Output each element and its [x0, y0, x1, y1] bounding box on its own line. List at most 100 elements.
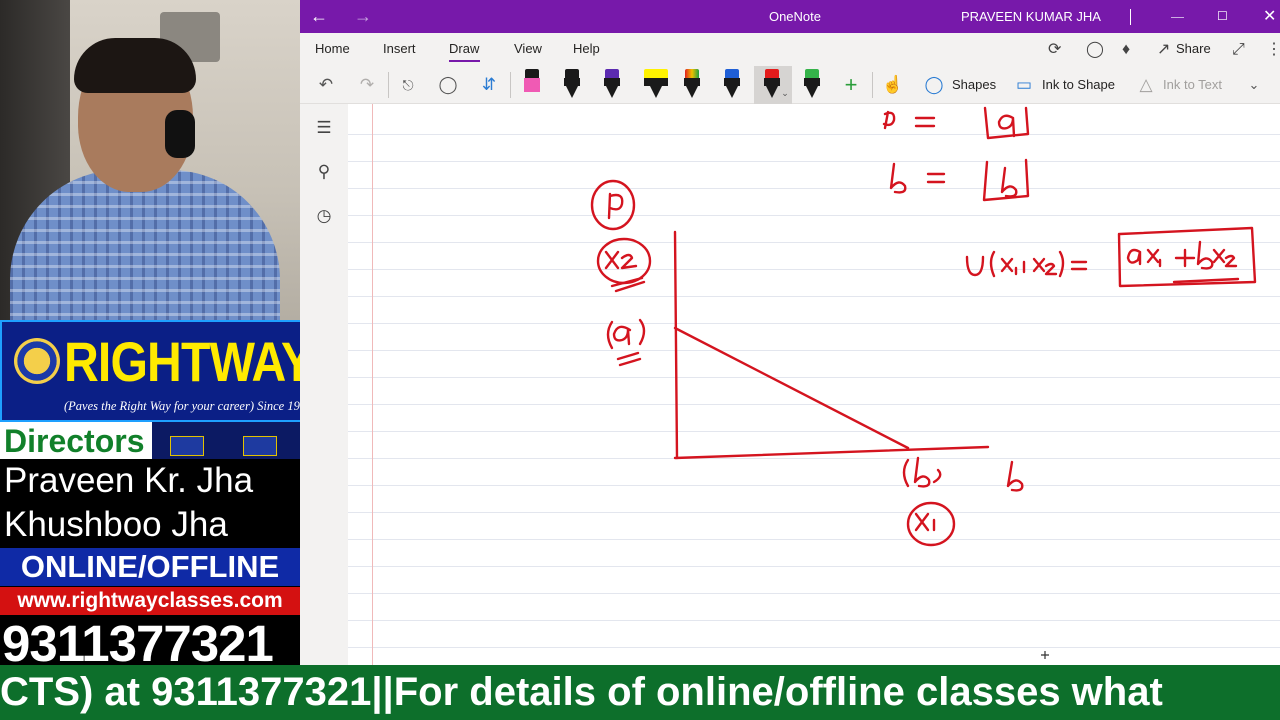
brand-tagline: (Paves the Right Way for your career) Si…	[64, 399, 300, 413]
phone-number-label: 9311377321	[0, 616, 300, 665]
bell-icon[interactable]: ♦	[1122, 33, 1130, 66]
navigation-rail: ☰ ⚲ ◷	[300, 104, 348, 665]
ink-stroke	[604, 250, 638, 270]
search-icon[interactable]: ⚲	[312, 160, 336, 184]
pen-black[interactable]	[562, 69, 582, 99]
ink-stroke	[889, 162, 907, 194]
mini-logo-thumb	[243, 436, 277, 456]
webcam-feed	[0, 0, 300, 320]
pen-green[interactable]	[802, 69, 822, 99]
account-name[interactable]: PRAVEEN KUMAR JHA	[961, 0, 1101, 33]
presenter-headset	[165, 110, 195, 158]
redo-icon[interactable]: ↷	[355, 66, 379, 104]
maximize-icon[interactable]: ☐	[1217, 0, 1233, 33]
ink-stroke	[1006, 460, 1024, 492]
minimize-icon[interactable]: —	[1171, 0, 1187, 33]
shapes-icon[interactable]: ◯	[922, 66, 946, 104]
forward-arrow-icon[interactable]: →	[354, 0, 378, 33]
ink-to-shape-button[interactable]: Ink to Shape	[1042, 66, 1115, 104]
share-button[interactable]: Share	[1176, 33, 1211, 66]
pen-blue[interactable]	[722, 69, 742, 99]
tab-help[interactable]: Help	[573, 33, 600, 66]
toolbar-divider	[388, 72, 389, 98]
draw-toolbar: ↶ ↷ ⎋ ◯ ⇵ ⌄ + ☝ ◯ Shapes ▭ Ink to Shape …	[300, 66, 1280, 104]
eraser-tool[interactable]	[522, 69, 542, 99]
add-pen-icon[interactable]: +	[839, 66, 863, 104]
ink-stroke	[610, 276, 646, 293]
ink-to-text-icon[interactable]: △	[1134, 66, 1158, 104]
website-label: www.rightwayclasses.com	[0, 587, 300, 615]
ink-stroke	[913, 456, 931, 488]
touch-draw-icon[interactable]: ☝	[881, 66, 905, 104]
title-separator	[1130, 9, 1131, 25]
presenter-hair	[74, 38, 196, 93]
director-name: Praveen Kr. Jha	[0, 459, 300, 503]
close-icon[interactable]: ✕	[1263, 0, 1279, 33]
ink-stroke	[616, 351, 642, 367]
ink-stroke	[882, 110, 896, 130]
ink-stroke	[997, 114, 1016, 138]
more-options-icon[interactable]: ⋮	[1266, 33, 1280, 66]
ink-stroke	[606, 320, 614, 350]
ink-stroke	[1058, 250, 1065, 278]
shapes-button[interactable]: Shapes	[952, 66, 996, 104]
sync-icon[interactable]: ⟳	[1048, 33, 1061, 66]
ink-stroke	[965, 255, 985, 277]
ink-stroke	[1000, 166, 1018, 198]
toolbar-divider	[872, 72, 873, 98]
app-title: OneNote	[768, 9, 822, 24]
ink-stroke	[1172, 277, 1240, 284]
ink-stroke	[1174, 248, 1196, 268]
mini-logo-thumb	[170, 436, 204, 456]
tab-home[interactable]: Home	[315, 33, 350, 66]
pen-rainbow[interactable]	[682, 69, 702, 99]
ribbon-tab-bar: Home Insert Draw View Help ⟳ ◯ ♦ ↗ Share…	[300, 33, 1280, 66]
lasso-select-icon[interactable]: ◯	[436, 66, 460, 104]
directors-row: Directors	[0, 422, 300, 460]
cursor-crosshair-icon	[1041, 651, 1049, 659]
note-page-canvas[interactable]	[348, 104, 1280, 665]
ink-stroke	[914, 116, 936, 128]
ink-stroke	[906, 501, 956, 547]
onenote-window: ← → OneNote PRAVEEN KUMAR JHA — ☐ ✕ Home…	[300, 0, 1280, 665]
ink-stroke	[638, 318, 646, 346]
ink-to-text-button[interactable]: Ink to Text	[1163, 66, 1222, 104]
share-icon[interactable]: ↗	[1157, 33, 1170, 66]
ink-stroke	[1196, 240, 1214, 270]
scrolling-ticker: CTS) at 9311377321||For details of onlin…	[0, 665, 1280, 720]
ink-x-axis	[673, 445, 990, 460]
ink-y-axis	[673, 230, 679, 460]
directors-label: Directors	[0, 422, 152, 460]
title-bar: ← → OneNote PRAVEEN KUMAR JHA — ☐ ✕	[300, 0, 1280, 33]
toolbar-divider	[510, 72, 511, 98]
tab-insert[interactable]: Insert	[383, 33, 416, 66]
lightbulb-icon[interactable]: ◯	[1086, 33, 1104, 66]
tab-view[interactable]: View	[514, 33, 542, 66]
ink-stroke	[1032, 257, 1058, 276]
back-arrow-icon[interactable]: ←	[310, 0, 334, 33]
highlighter-yellow[interactable]	[642, 69, 670, 99]
brand-title: RIGHTWAY	[64, 330, 300, 393]
notebooks-icon[interactable]: ☰	[312, 116, 336, 140]
fullscreen-icon[interactable]: ⤢	[1232, 33, 1245, 66]
ink-stroke	[902, 458, 910, 488]
pen-purple[interactable]	[602, 69, 622, 99]
ink-stroke	[1000, 257, 1018, 276]
ribbon-expand-chevron-icon[interactable]: ⌄	[1242, 66, 1266, 104]
director-name: Khushboo Jha	[0, 503, 300, 547]
class-mode-label: ONLINE/OFFLINE	[0, 548, 300, 586]
ink-stroke	[989, 250, 996, 278]
recent-clock-icon[interactable]: ◷	[312, 204, 336, 228]
rightway-logo-banner: RIGHTWAY (Paves the Right Way for your c…	[0, 320, 300, 422]
ink-stroke	[1212, 248, 1238, 268]
ink-stroke	[590, 179, 636, 231]
undo-icon[interactable]: ↶	[314, 66, 338, 104]
type-select-icon[interactable]: ⎋	[396, 66, 420, 104]
ticker-text: CTS) at 9311377321||For details of onlin…	[0, 670, 1163, 714]
add-space-icon[interactable]: ⇵	[477, 66, 501, 104]
ink-stroke	[926, 172, 946, 184]
ink-stroke	[914, 512, 936, 532]
ink-to-shape-icon[interactable]: ▭	[1012, 66, 1036, 104]
ink-stroke	[932, 468, 942, 484]
handwritten-ink-layer	[590, 106, 1257, 659]
